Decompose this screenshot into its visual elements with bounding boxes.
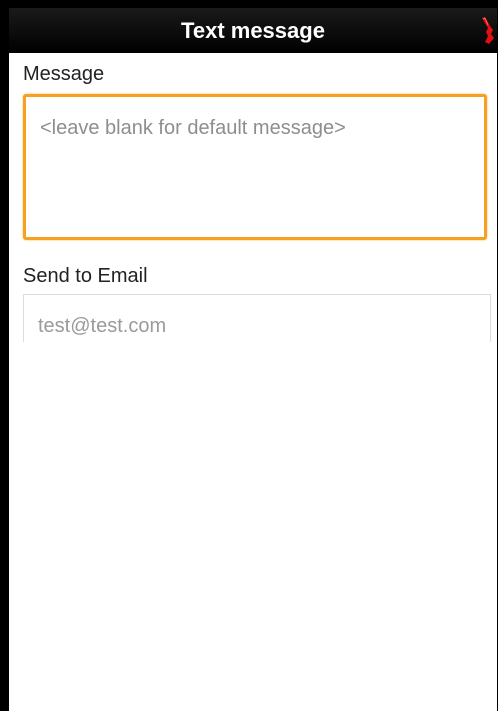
device-frame: Text message Message <leave blank for de… bbox=[0, 0, 498, 711]
email-field[interactable]: test@test.com bbox=[23, 294, 491, 342]
message-placeholder: <leave blank for default message> bbox=[40, 117, 346, 139]
message-label: Message bbox=[23, 63, 105, 85]
email-label: Send to Email bbox=[23, 265, 148, 287]
title-bar: Text message bbox=[9, 8, 497, 53]
page-title: Text message bbox=[181, 18, 325, 43]
app-screen: Text message Message <leave blank for de… bbox=[9, 8, 497, 711]
message-input[interactable]: <leave blank for default message> bbox=[23, 94, 487, 240]
flag-icon[interactable] bbox=[479, 16, 495, 46]
email-placeholder: test@test.com bbox=[38, 315, 167, 337]
